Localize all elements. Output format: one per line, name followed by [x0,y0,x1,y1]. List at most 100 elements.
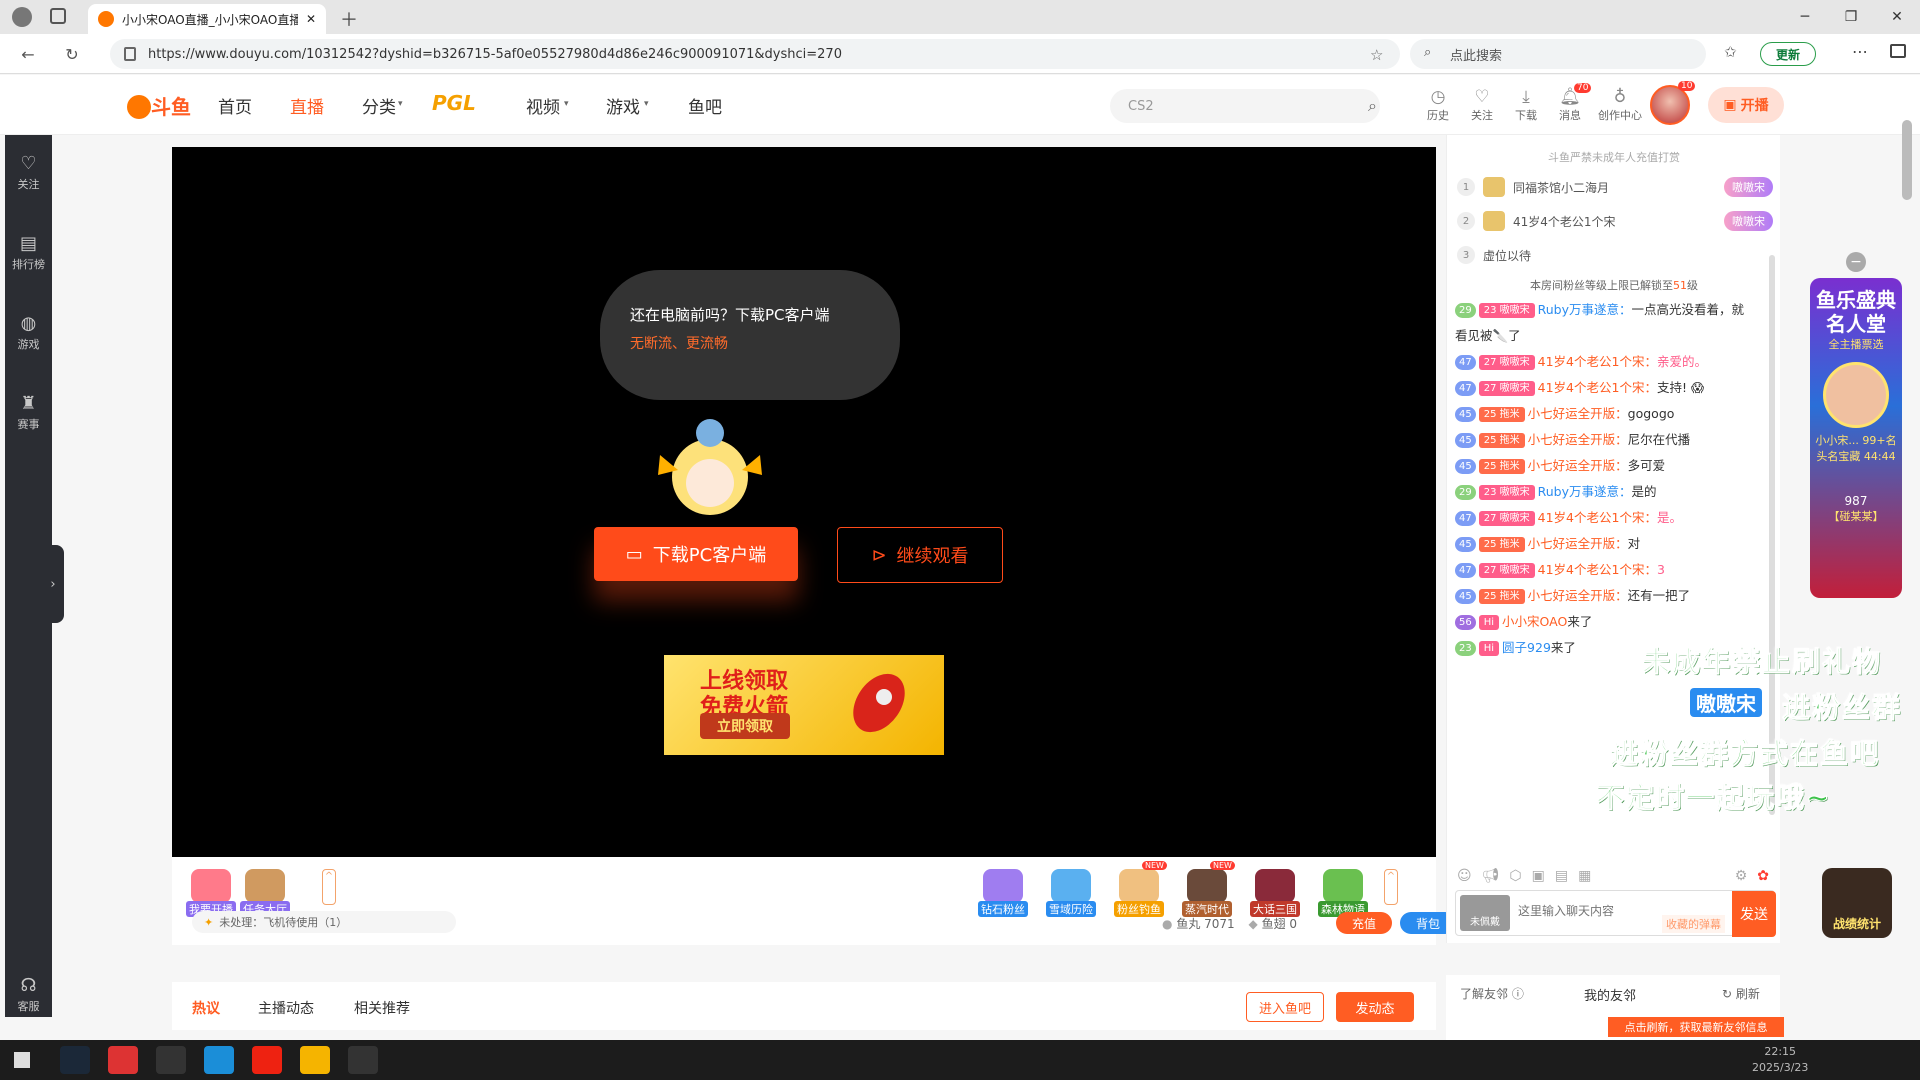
fan-fishing-button[interactable]: 粉丝钓鱼 NEW [1114,861,1167,917]
snow-adventure-button[interactable]: 雪域历险 [1046,869,1096,917]
url-field[interactable]: https://www.douyu.com/10312542?dyshid=b3… [110,39,1400,69]
nav-games[interactable]: 游戏 [606,93,640,118]
chat-username[interactable]: 小七好运全开版： [1528,406,1628,421]
rank-row[interactable]: 1 同福茶馆小二海月 嗷嗷宋 [1457,175,1773,199]
edge-browser-icon[interactable] [204,1046,234,1074]
chat-username[interactable]: Ruby万事遂意： [1538,302,1632,317]
task-hall-button[interactable]: 任务大厅 [240,869,290,917]
close-window-icon[interactable]: ✕ [1874,0,1920,34]
user-avatar[interactable]: 10 [1650,81,1696,125]
start-live-button[interactable]: ▣ 开播 [1708,87,1784,123]
more-menu-icon[interactable]: ⋯ [1852,42,1868,61]
chat-input[interactable] [1518,899,1658,923]
chat-scrollbar[interactable] [1769,255,1775,815]
chat-username[interactable]: 小七好运全开版： [1528,458,1628,473]
messages-button[interactable]: 🔔︎ 消息 70 [1550,83,1592,123]
chat-username[interactable]: 小七好运全开版： [1528,432,1628,447]
saved-barrage-button[interactable]: 收藏的弹幕 [1662,915,1725,933]
tab-hot-discussion[interactable]: 热议 [192,998,220,1018]
chat-username[interactable]: 小七好运全开版： [1528,588,1628,603]
ad-claim-button[interactable]: 立即领取 [700,713,790,739]
chat-username[interactable]: 41岁4个老公1个宋： [1538,380,1657,395]
sidebar-item-service[interactable]: ☊ 客服 [5,975,52,1014]
sidebar-item-events[interactable]: ♜ 赛事 [5,393,52,432]
chat-username[interactable]: 41岁4个老公1个宋： [1538,562,1657,577]
three-kingdoms-button[interactable]: 大话三国 [1250,869,1300,917]
steam-age-button[interactable]: 蒸汽时代 NEW [1182,861,1235,917]
app-icon[interactable] [300,1046,330,1074]
start-broadcast-button[interactable]: 我要开播 [186,869,236,917]
nav-video[interactable]: 视频 [526,93,560,118]
sidebar-item-follow[interactable]: ♡ 关注 [5,153,52,192]
app-icon[interactable] [108,1046,138,1074]
battle-stats-button[interactable]: 战绩统计 [1822,868,1892,938]
refresh-tip[interactable]: 点击刷新，获取最新友邻信息 [1608,1017,1784,1037]
rank-row[interactable]: 3 虚位以待 [1457,243,1773,267]
chat-username[interactable]: Ruby万事遂意： [1538,484,1632,499]
close-tab-icon[interactable]: ✕ [306,12,316,26]
expand-left-icons[interactable]: ^ [322,869,336,905]
diamond-fans-button[interactable]: 钻石粉丝 [978,869,1028,917]
update-button[interactable]: 更新 [1760,42,1816,66]
sidebar-expand-handle[interactable]: › [42,545,64,623]
douyu-logo[interactable]: 斗鱼 [125,89,201,123]
collapse-promo-icon[interactable]: − [1846,252,1866,272]
restore-icon[interactable]: ❐ [1828,0,1874,34]
gift-box-icon[interactable]: ▤ [1555,868,1568,884]
system-clock[interactable]: 22:15 2025/3/23 [1752,1044,1808,1076]
enter-fishbar-button[interactable]: 进入鱼吧 [1246,992,1324,1022]
chat-username[interactable]: 41岁4个老公1个宋： [1538,510,1657,525]
nav-category[interactable]: 分类 [362,93,396,118]
sidebar-item-ranking[interactable]: ▤ 排行榜 [5,233,52,272]
nav-live[interactable]: 直播 [290,93,324,118]
send-button[interactable]: 发送 [1732,891,1776,937]
continue-watching-button[interactable]: ⊳ 继续观看 [837,527,1003,583]
history-button[interactable]: ◷ 历史 [1418,87,1458,123]
expand-right-icons[interactable]: ^ [1384,869,1398,905]
favorites-icon[interactable]: ✩ [1724,43,1737,61]
app-icon[interactable] [348,1046,378,1074]
sidebar-item-games[interactable]: ◍ 游戏 [5,313,52,352]
rocket-ad-banner[interactable]: 上线领取 免费火箭 立即领取 [664,655,944,755]
learn-friends-link[interactable]: 了解友邻 ⓘ [1460,985,1524,1002]
tab-related-recommend[interactable]: 相关推荐 [354,998,410,1018]
follow-button[interactable]: ♡ 关注 [1462,87,1502,123]
tab-actions-icon[interactable] [50,8,66,24]
chat-username[interactable]: 小七好运全开版： [1528,536,1628,551]
browser-tab[interactable]: 小小宋OAO直播_小小宋OAO直播 ✕ [88,4,326,34]
reload-icon[interactable]: ↻ [60,42,84,66]
badge-icon[interactable]: ⬡ [1509,868,1521,884]
pgl-logo[interactable]: PGL [432,91,476,115]
browser-search-field[interactable]: ⌕ 点此搜索 [1410,39,1706,69]
red-packet-icon[interactable]: ✿ [1757,868,1769,884]
card-icon[interactable]: ▦ [1578,868,1591,884]
post-update-button[interactable]: 发动态 [1336,992,1414,1022]
steam-icon[interactable] [60,1046,90,1074]
back-icon[interactable]: ← [16,42,40,66]
new-tab-icon[interactable]: ＋ [340,6,358,32]
chat-username[interactable]: 41岁4个老公1个宋： [1538,354,1657,369]
nav-home[interactable]: 首页 [218,93,252,118]
settings-icon[interactable]: ⚙ [1735,868,1748,884]
minimize-icon[interactable]: ─ [1782,0,1828,34]
celebrity-hall-promo[interactable]: 鱼乐盛典名人堂 全主播票选 小小宋... 99+名 头名宝藏 44:44 987… [1810,278,1902,598]
site-search-input[interactable]: CS2 ⌕ [1110,89,1380,123]
pending-items[interactable]: ✦ 未处理：飞机待使用（1） [192,911,456,933]
download-button[interactable]: ⤓ 下载 [1506,87,1546,123]
profile-icon[interactable] [12,7,32,27]
tab-streamer-updates[interactable]: 主播动态 [258,998,314,1018]
recharge-button[interactable]: 充值 [1336,912,1392,934]
sidebar-toggle-icon[interactable] [1890,44,1906,58]
emoji-icon[interactable]: ☺ [1457,868,1472,884]
search-icon[interactable]: ⌕ [1368,96,1377,116]
app-icon[interactable] [156,1046,186,1074]
favorite-star-icon[interactable]: ☆ [1370,46,1383,64]
page-scrollbar[interactable] [1902,120,1912,200]
windows-start-icon[interactable] [14,1052,30,1068]
chat-username[interactable]: 圆子929 [1502,640,1551,655]
forest-story-button[interactable]: 森林物语 [1318,869,1368,917]
megaphone-icon[interactable]: 📢︎ [1482,868,1500,884]
download-client-button[interactable]: ▭ 下载PC客户端 [594,527,798,581]
nav-fishbar[interactable]: 鱼吧 [688,93,722,118]
chat-username[interactable]: 小小宋OAO [1502,614,1567,629]
